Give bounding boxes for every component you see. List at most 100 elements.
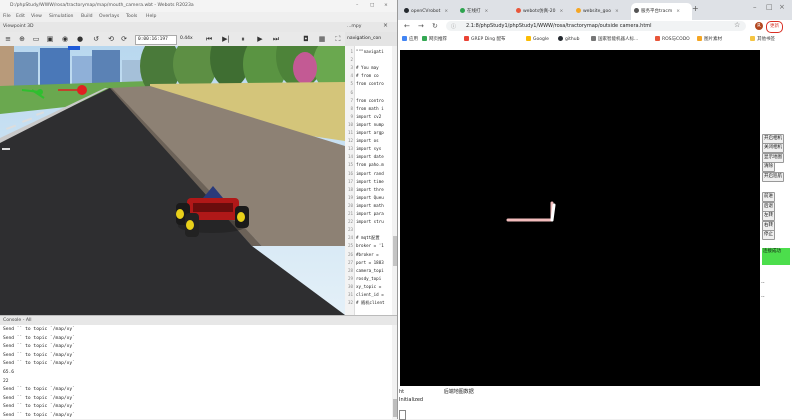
- browser-tab[interactable]: webots仿真-20 ×: [516, 3, 568, 20]
- bookmark-item[interactable]: 国家智能机器人标...: [591, 36, 638, 42]
- bookmark-label: Google: [533, 37, 549, 42]
- toggle-tree-icon[interactable]: ≡: [4, 35, 12, 43]
- menu-simulation[interactable]: Simulation: [49, 14, 73, 19]
- bookmark-item[interactable]: 网页推荐: [422, 36, 447, 42]
- tab-close-icon[interactable]: ×: [676, 9, 680, 14]
- control-button[interactable]: 停止: [762, 230, 775, 240]
- fullscreen-icon[interactable]: ⛶: [334, 35, 342, 43]
- reload-page-icon[interactable]: ↻: [432, 22, 438, 30]
- control-button[interactable]: 左转: [762, 211, 775, 221]
- console-line: Send `` to topic `/map/xy`: [3, 335, 75, 341]
- record-icon[interactable]: ●: [76, 35, 84, 43]
- console-line: Send `` to topic `/map/xy`: [3, 395, 75, 401]
- code-line: 2: [345, 56, 398, 64]
- open-world-icon[interactable]: ▭: [32, 35, 40, 43]
- control-button[interactable]: 开启巡航: [762, 172, 784, 182]
- editor-close-icon[interactable]: ×: [383, 22, 388, 29]
- close-icon[interactable]: ×: [384, 3, 388, 8]
- code-line: 14 import date: [345, 153, 398, 161]
- menu-help[interactable]: Help: [146, 14, 156, 19]
- browser-maximize-icon[interactable]: □: [766, 3, 773, 11]
- bookmark-item[interactable]: github: [558, 36, 579, 42]
- menu-overlays[interactable]: Overlays: [99, 14, 119, 19]
- control-button[interactable]: 清除: [762, 162, 775, 172]
- bookmark-item[interactable]: 图片素材: [697, 36, 722, 42]
- bookmark-star-icon[interactable]: ☆: [734, 21, 740, 29]
- menu-build[interactable]: Build: [81, 14, 93, 19]
- code-line: 9 import cv2: [345, 113, 398, 121]
- bookmark-item[interactable]: Google: [526, 36, 549, 42]
- add-node-icon[interactable]: ⊕: [18, 35, 26, 43]
- bookmark-label: 国家智能机器人标...: [598, 37, 639, 42]
- other-bookmarks[interactable]: 其他书签: [750, 36, 775, 42]
- menu-view[interactable]: View: [31, 14, 42, 19]
- tab-close-icon[interactable]: ×: [444, 9, 448, 14]
- profile-avatar[interactable]: R: [755, 22, 763, 30]
- tab-close-icon[interactable]: ×: [560, 9, 564, 14]
- bookmark-label: 其他书签: [757, 37, 775, 42]
- code-text: import date: [356, 154, 384, 160]
- update-button[interactable]: 更新: [766, 21, 783, 33]
- browser-tab[interactable]: website_goo ×: [576, 3, 628, 20]
- tab-label: 在线打: [467, 9, 481, 14]
- code-text: from math i: [356, 105, 384, 111]
- bookmark-label: 网页推荐: [429, 37, 447, 42]
- forward-icon[interactable]: →: [418, 22, 424, 30]
- code-text: rosdy_topi: [356, 275, 382, 281]
- tab-close-icon[interactable]: ×: [485, 9, 489, 14]
- minimize-icon[interactable]: –: [356, 3, 358, 8]
- browser-tab[interactable]: openCVrobot ×: [404, 3, 450, 20]
- code-editor[interactable]: 1 """navigati 2 3 # You may 4 # from co 5 from c…: [345, 46, 398, 315]
- bookmark-icon: [655, 36, 660, 41]
- menu-file[interactable]: File: [3, 14, 11, 19]
- trajectory-head: [550, 203, 556, 222]
- camera-icon[interactable]: ◘: [302, 35, 310, 43]
- save-world-icon[interactable]: ▣: [46, 35, 54, 43]
- code-line: 27 port = 1883: [345, 259, 398, 267]
- code-line: 6: [345, 89, 398, 97]
- tab-favicon-icon: [634, 8, 639, 13]
- line-number: 27: [347, 259, 353, 265]
- view-icon[interactable]: ◉: [61, 35, 69, 43]
- editor-tab[interactable]: navigation_con: [347, 36, 381, 41]
- step-icon[interactable]: ▶|: [222, 35, 230, 43]
- browser-minimize-icon[interactable]: –: [753, 3, 757, 11]
- menu-edit[interactable]: Edit: [16, 14, 25, 19]
- pause-icon[interactable]: ⏸: [239, 35, 247, 43]
- code-line: 3 # You may: [345, 64, 398, 72]
- address-bar[interactable]: ⓘ 2.1:8/phpStudy1/phpStudy1/WWW/rosa/tra…: [446, 21, 746, 31]
- maximize-icon[interactable]: □: [370, 3, 374, 8]
- map-canvas[interactable]: [400, 50, 760, 386]
- menu-tools[interactable]: Tools: [126, 14, 137, 19]
- tab-close-icon[interactable]: ×: [615, 9, 619, 14]
- control-button[interactable]: 关闭相机: [762, 143, 784, 153]
- new-tab-icon[interactable]: +: [692, 4, 699, 13]
- screenshot-icon[interactable]: ⟲: [107, 35, 115, 43]
- bookmark-item[interactable]: ROS与CODO: [655, 36, 690, 42]
- control-button[interactable]: 前进: [762, 192, 775, 202]
- site-info-icon[interactable]: ⓘ: [451, 23, 456, 30]
- simulation-toolbar: ≡ ⊕ ▭ ▣ ◉ ● ↺ ⟲ ⟳ 0:00:16:197 0.44x ⏮ ▶|…: [0, 32, 345, 47]
- bookmark-icon: [591, 36, 596, 41]
- code-text: broker = '1: [356, 243, 384, 249]
- line-number: 14: [347, 154, 353, 160]
- code-text: import sys: [356, 146, 382, 152]
- console-output[interactable]: Send `` to topic `/map/xy` Send `` to top…: [0, 325, 392, 419]
- fast-icon[interactable]: ⏭: [272, 35, 280, 43]
- browser-tab-active[interactable]: 服务平台tracm ×: [631, 3, 692, 20]
- step-back-icon[interactable]: ⏮: [205, 35, 213, 43]
- run-icon[interactable]: ▶: [256, 35, 264, 43]
- browser-tab[interactable]: 在线打 ×: [460, 3, 506, 20]
- back-icon[interactable]: ←: [404, 22, 410, 30]
- bookmark-item[interactable]: 应用: [402, 36, 418, 42]
- bookmark-label: GREP Ding 配布: [471, 37, 506, 42]
- code-line: 18 import thre: [345, 186, 398, 194]
- reset-icon[interactable]: ↺: [92, 35, 100, 43]
- code-line: 10 import nump: [345, 121, 398, 129]
- movie-icon[interactable]: ▦: [318, 35, 326, 43]
- reload-icon[interactable]: ⟳: [120, 35, 128, 43]
- tab-favicon-icon: [460, 8, 465, 13]
- bookmark-item[interactable]: GREP Ding 配布: [464, 36, 505, 42]
- browser-close-icon[interactable]: ×: [779, 3, 785, 11]
- 3d-viewport[interactable]: [0, 46, 345, 315]
